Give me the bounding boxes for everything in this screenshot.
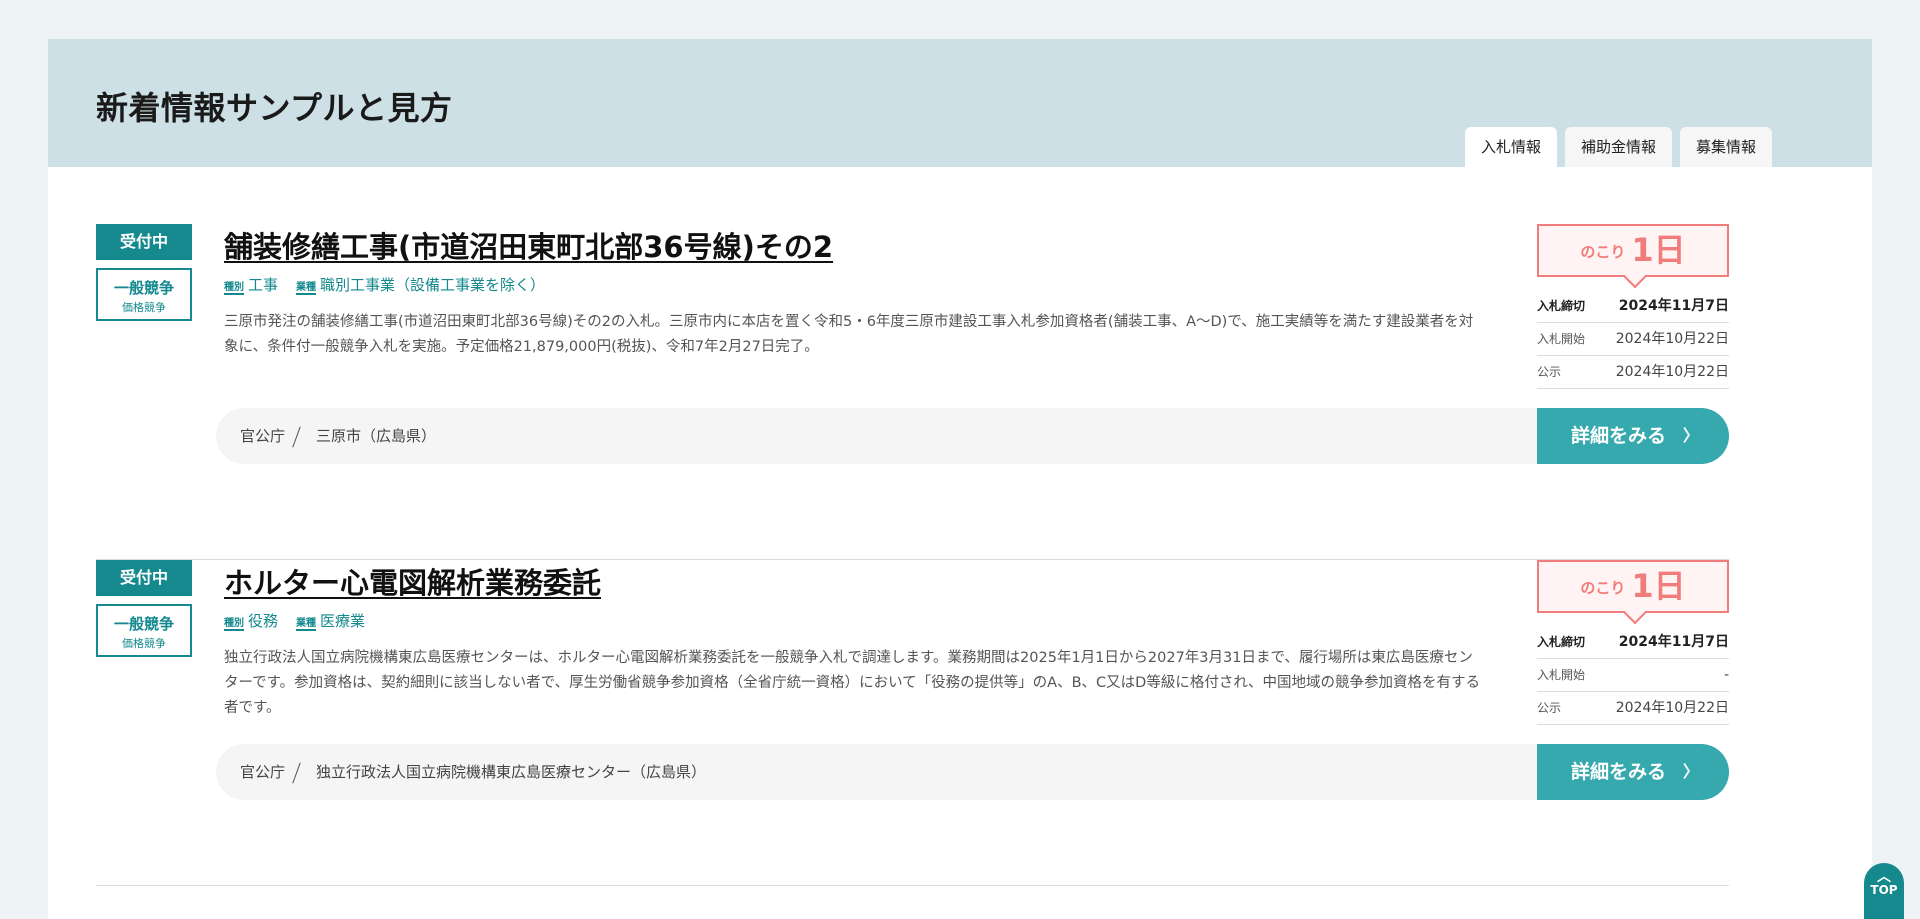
bid-type-main: 一般競争 — [113, 279, 174, 297]
kind-label: 種別 — [224, 282, 244, 295]
remaining-prefix: のこり — [1580, 579, 1626, 597]
notice-label: 公示 — [1537, 701, 1562, 715]
field-value: 医療業 — [320, 612, 366, 630]
date-row-deadline: 入札締切 2024年11月7日 — [1537, 290, 1729, 323]
field-value: 職別工事業（設備工事業を除く） — [320, 276, 546, 294]
chevron-right-icon: 〉 — [1682, 426, 1699, 445]
bid-type-main: 一般競争 — [113, 615, 174, 633]
tab-bid-info[interactable]: 入札情報 — [1464, 127, 1557, 167]
field-label: 業種 — [296, 618, 317, 631]
bid-meta: 種別 工事 業種 職別工事業（設備工事業を除く） — [224, 274, 545, 295]
tab-subsidy-info[interactable]: 補助金情報 — [1564, 127, 1672, 167]
bid-type-sub: 価格競争 — [122, 637, 166, 650]
date-row-start: 入札開始 2024年10月22日 — [1537, 323, 1729, 356]
tab-recruitment-info[interactable]: 募集情報 — [1679, 127, 1772, 167]
deadline-label: 入札締切 — [1537, 299, 1586, 313]
org-name: 三原市（広島県） — [316, 427, 437, 445]
start-label: 入札開始 — [1537, 668, 1586, 682]
category-tabs: 入札情報 補助金情報 募集情報 — [1464, 127, 1772, 167]
date-row-start: 入札開始 - — [1537, 659, 1729, 692]
bid-description: 独立行政法人国立病院機構東広島医療センターは、ホルター心電図解析業務委託を一般競… — [224, 650, 1480, 716]
org-name: 独立行政法人国立病院機構東広島医療センター（広島県） — [316, 763, 707, 781]
remaining-days: 1日 — [1631, 567, 1686, 605]
bid-list-continued: 受付中 一般競争 価格競争 ホルター心電図解析業務委託 種別 役務 業種 医療業 独… — [96, 560, 1729, 886]
organization-bar: 官公庁 三原市（広島県） — [216, 408, 1729, 464]
start-value: 2024年10月22日 — [1615, 331, 1729, 347]
field-label: 業種 — [296, 282, 317, 295]
separator — [292, 762, 301, 784]
bid-title-link[interactable]: 舗装修繕工事(市道沼田東町北部36号線)その2 — [224, 224, 833, 266]
remaining-days-box: のこり 1日 — [1537, 224, 1729, 277]
bid-description: 三原市発注の舗装修繕工事(市道沼田東町北部36号線)その2の入札。三原市内に本店… — [224, 314, 1474, 355]
bid-item: 受付中 一般競争 価格競争 ホルター心電図解析業務委託 種別 役務 業種 医療業 独… — [96, 560, 1729, 886]
start-value: - — [1723, 667, 1729, 683]
detail-button[interactable]: 詳細をみる 〉 — [1537, 744, 1729, 800]
separator — [292, 426, 301, 448]
bid-type-badge: 一般競争 価格競争 — [96, 268, 192, 321]
back-to-top-button[interactable]: ︿ TOP — [1864, 863, 1904, 919]
top-label: TOP — [1870, 883, 1898, 897]
status-badge: 受付中 — [96, 560, 192, 596]
bid-type-badge: 一般競争 価格競争 — [96, 604, 192, 657]
remaining-days: 1日 — [1631, 231, 1686, 269]
notice-value: 2024年10月22日 — [1615, 700, 1729, 716]
remaining-days-box: のこり 1日 — [1537, 560, 1729, 613]
page-title: 新着情報サンプルと見方 — [96, 89, 453, 127]
kind-value: 役務 — [248, 612, 279, 630]
chevron-right-icon: 〉 — [1682, 762, 1699, 781]
date-row-notice: 公示 2024年10月22日 — [1537, 692, 1729, 725]
start-label: 入札開始 — [1537, 332, 1586, 346]
date-row-notice: 公示 2024年10月22日 — [1537, 356, 1729, 389]
notice-label: 公示 — [1537, 365, 1562, 379]
remaining-prefix: のこり — [1580, 243, 1626, 261]
date-table: 入札締切 2024年11月7日 入札開始 - 公示 2024年10月22日 — [1537, 626, 1729, 725]
detail-button-label: 詳細をみる — [1571, 761, 1667, 783]
date-row-deadline: 入札締切 2024年11月7日 — [1537, 626, 1729, 659]
deadline-value: 2024年11月7日 — [1618, 634, 1729, 650]
chevron-up-icon: ︿ — [1877, 869, 1891, 885]
page-header: 新着情報サンプルと見方 入札情報 補助金情報 募集情報 — [48, 39, 1872, 167]
status-badge: 受付中 — [96, 224, 192, 260]
bid-meta: 種別 役務 業種 医療業 — [224, 610, 365, 631]
deadline-label: 入札締切 — [1537, 635, 1586, 649]
org-category: 官公庁 — [240, 427, 286, 445]
org-category: 官公庁 — [240, 763, 286, 781]
bid-item: 受付中 一般競争 価格競争 舗装修繕工事(市道沼田東町北部36号線)その2 種別… — [96, 224, 1729, 560]
date-table: 入札締切 2024年11月7日 入札開始 2024年10月22日 公示 2024… — [1537, 290, 1729, 389]
deadline-value: 2024年11月7日 — [1618, 298, 1729, 314]
kind-value: 工事 — [248, 276, 279, 294]
kind-label: 種別 — [224, 618, 244, 631]
bid-type-sub: 価格競争 — [122, 301, 166, 314]
bid-title-link[interactable]: ホルター心電図解析業務委託 — [224, 560, 601, 602]
detail-button[interactable]: 詳細をみる 〉 — [1537, 408, 1729, 464]
organization-bar: 官公庁 独立行政法人国立病院機構東広島医療センター（広島県） — [216, 744, 1729, 800]
notice-value: 2024年10月22日 — [1615, 364, 1729, 380]
detail-button-label: 詳細をみる — [1571, 425, 1667, 447]
bid-list: 受付中 一般競争 価格競争 舗装修繕工事(市道沼田東町北部36号線)その2 種別… — [96, 224, 1729, 560]
